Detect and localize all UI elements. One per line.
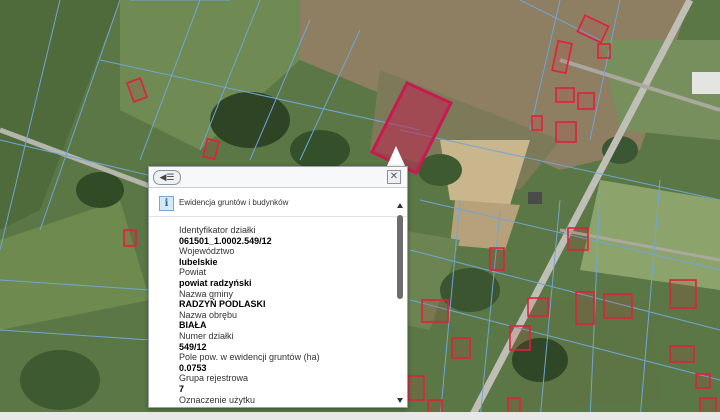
attribute-value: 7 [179,383,185,394]
scroll-down-arrow-icon[interactable] [397,398,403,403]
popup-scrollbar[interactable] [395,203,405,403]
layer-title: Ewidencja gruntów i budynków [179,198,289,207]
layer-header[interactable]: i Ewidencja gruntów i budynków [149,188,407,217]
attribute-label: Identyfikator działki [179,225,256,235]
parcel-info-popup: ◀☰ ✕ i Ewidencja gruntów i budynków Iden… [148,166,408,408]
attribute-value: lubelskie [179,256,218,267]
attribute-label: Oznaczenie użytku [179,394,256,405]
attribute-list[interactable]: Identyfikator działki 061501_1.0002.549/1… [149,217,391,405]
attribute-value: 549/12 [179,341,207,352]
info-icon: i [159,196,174,211]
attribute-value: 061501_1.0002.549/12 [179,235,272,246]
attribute-label: Nazwa gminy [179,288,234,299]
attribute-label: Nazwa obrębu [179,309,238,320]
popup-header: ◀☰ ✕ [149,167,407,188]
attribute-label: Pole pow. w ewidencji gruntów (ha) [179,352,320,363]
attribute-label: Województwo [179,246,235,257]
list-collapse-icon[interactable]: ◀☰ [153,170,181,185]
attribute-label: Powiat [179,267,207,278]
popup-pointer [386,146,406,168]
scroll-thumb[interactable] [397,215,403,299]
attribute-value: 0.0753 [179,362,207,373]
attribute-label: Numer działki [179,330,234,341]
close-icon[interactable]: ✕ [387,170,401,184]
scroll-up-arrow-icon[interactable] [397,203,403,208]
attribute-value: powiat radzyński [179,277,252,288]
attribute-label: Grupa rejestrowa [179,373,249,384]
attribute-value: RADZYŃ PODLASKI [179,299,266,310]
attribute-value: BIAŁA [179,320,207,331]
